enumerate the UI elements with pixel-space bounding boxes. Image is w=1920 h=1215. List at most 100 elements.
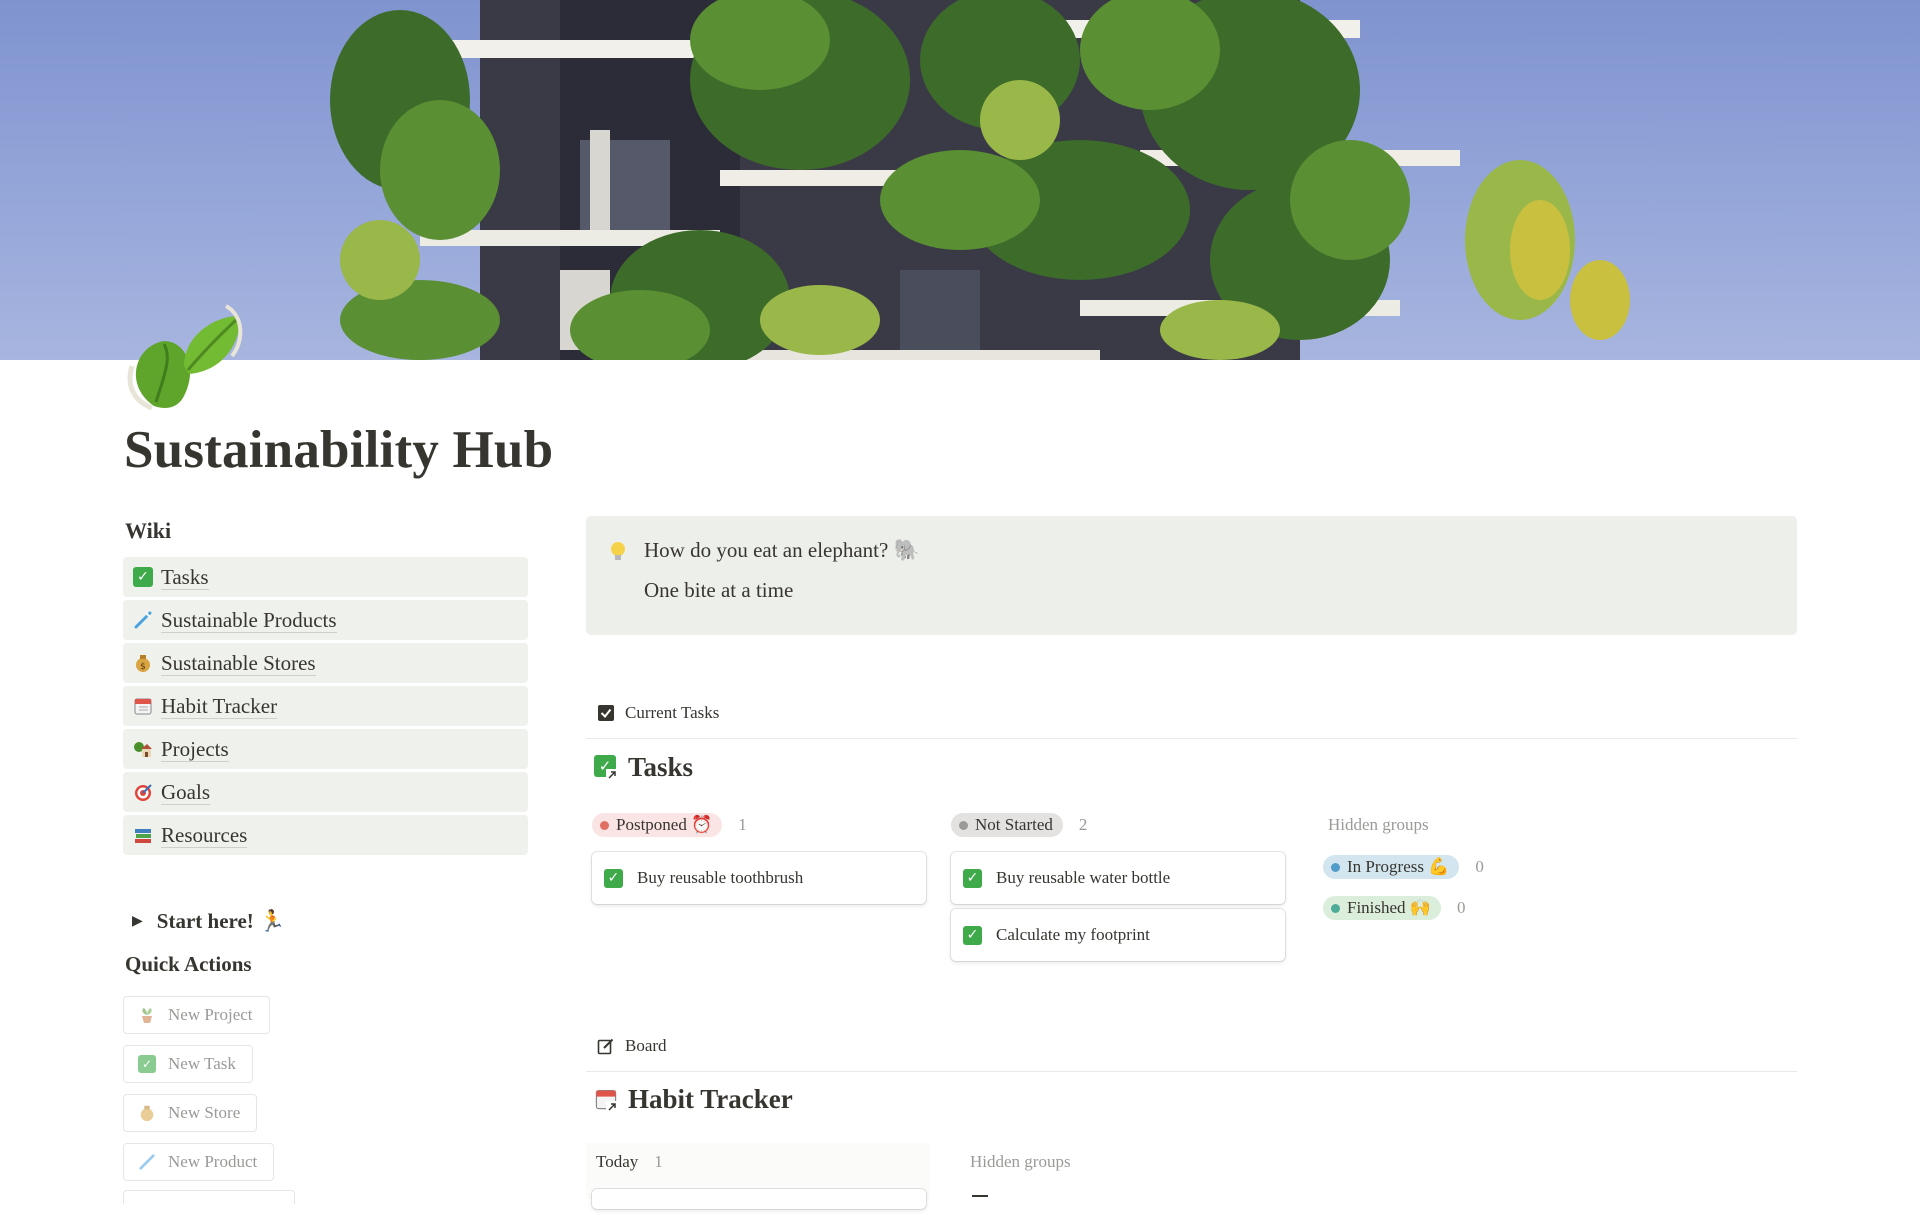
toothbrush-icon [136, 1151, 158, 1173]
habit-tracker-db-title[interactable]: Habit Tracker [594, 1084, 793, 1115]
group-today[interactable]: Today 1 [596, 1152, 663, 1172]
quick-actions-heading: Quick Actions [125, 952, 252, 976]
calendar-link-icon [594, 1087, 620, 1113]
check-box-icon: ✓ [963, 925, 982, 945]
cover-image [0, 0, 1920, 360]
habit-tracker-db-title-label: Habit Tracker [628, 1084, 793, 1114]
group-label: Today [596, 1152, 639, 1171]
wiki-item-label: Habit Tracker [161, 693, 278, 719]
wiki-item-label: Projects [161, 736, 229, 762]
hidden-groups-label: Hidden groups [1328, 815, 1429, 834]
new-task-button[interactable]: ✓ New Task [123, 1045, 253, 1083]
new-store-button[interactable]: New Store [123, 1094, 258, 1132]
tab-board-label: Board [625, 1036, 667, 1055]
calendar-icon [131, 694, 155, 718]
view-divider [586, 738, 1797, 739]
new-product-button[interactable]: New Product [123, 1143, 275, 1181]
start-here-label: Start here! 🏃 [156, 909, 286, 933]
group-count: 0 [1456, 898, 1466, 917]
callout-answer: One bite at a time [644, 578, 794, 602]
group-postponed[interactable]: Postponed ⏰ 1 [592, 813, 747, 837]
quick-action-button-partial[interactable] [123, 1190, 295, 1204]
hidden-group-in-progress[interactable]: In Progress 💪 0 [1323, 855, 1484, 879]
status-dot [959, 820, 968, 830]
wiki-item-label: Tasks [161, 564, 209, 590]
edit-icon [597, 1038, 614, 1055]
status-dot [600, 820, 609, 830]
svg-text:$: $ [140, 662, 146, 672]
wiki-heading: Wiki [125, 518, 172, 543]
status-badge: Not Started [951, 813, 1063, 837]
money-bag-icon [136, 1102, 158, 1124]
group-label: Not Started [975, 815, 1053, 834]
callout-block: How do you eat an elephant? 🐘 One bite a… [586, 516, 1797, 635]
quick-actions-list: New Project ✓ New Task New Store New Pro… [123, 996, 295, 1215]
check-box-link-icon: ✓ [594, 754, 620, 781]
tasks-db-title-label: Tasks [628, 752, 694, 782]
new-project-label: New Project [168, 1005, 253, 1024]
task-card-title: Buy reusable water bottle [996, 868, 1171, 887]
wiki-item-sustainable-products[interactable]: Sustainable Products [123, 600, 528, 640]
group-count: 1 [654, 1152, 663, 1171]
status-badge: Postponed ⏰ [592, 813, 723, 837]
wiki-list: ✓ Tasks Sustainable Products $ Sustainab… [123, 557, 528, 858]
status-dot [1331, 903, 1340, 913]
new-task-label: New Task [168, 1054, 236, 1073]
light-bulb-icon [608, 540, 628, 570]
tab-current-tasks[interactable]: Current Tasks [597, 703, 719, 723]
check-box-icon: ✓ [131, 565, 155, 589]
check-box-icon: ✓ [963, 868, 982, 888]
hidden-group-finished[interactable]: Finished 🙌 0 [1323, 896, 1465, 920]
habit-card[interactable] [592, 1189, 926, 1209]
wiki-item-label: Sustainable Products [161, 607, 337, 633]
wiki-item-label: Goals [161, 779, 210, 805]
task-card[interactable]: ✓ Calculate my footprint [951, 909, 1285, 961]
wiki-item-label: Resources [161, 822, 248, 848]
check-box-icon: ✓ [604, 868, 623, 888]
status-badge: Finished 🙌 [1323, 896, 1441, 920]
tasks-db-title[interactable]: ✓ Tasks [594, 752, 693, 783]
hidden-groups-label: Hidden groups [970, 1152, 1071, 1171]
group-count: 2 [1078, 815, 1088, 834]
group-label: In Progress 💪 [1347, 857, 1450, 876]
potted-plant-icon [136, 1004, 158, 1026]
hidden-group-partial-icon [972, 1195, 988, 1197]
group-count: 0 [1475, 857, 1484, 876]
group-label: Finished 🙌 [1347, 898, 1431, 917]
wiki-item-sustainable-stores[interactable]: $ Sustainable Stores [123, 643, 528, 683]
page-title: Sustainability Hub [124, 421, 554, 479]
start-here-toggle[interactable]: ▶ Start here! 🏃 [132, 909, 285, 934]
new-project-button[interactable]: New Project [123, 996, 270, 1034]
books-icon [131, 823, 155, 847]
tab-board[interactable]: Board [597, 1036, 667, 1056]
group-not-started[interactable]: Not Started 2 [951, 813, 1087, 837]
group-label: Postponed ⏰ [616, 815, 713, 834]
toggle-triangle-icon[interactable]: ▶ [132, 913, 143, 930]
wiki-item-projects[interactable]: Projects [123, 729, 528, 769]
task-card[interactable]: ✓ Buy reusable toothbrush [592, 852, 926, 904]
wiki-item-tasks[interactable]: ✓ Tasks [123, 557, 528, 597]
new-product-label: New Product [168, 1152, 258, 1171]
check-box-icon: ✓ [136, 1053, 158, 1075]
wiki-item-habit-tracker[interactable]: Habit Tracker [123, 686, 528, 726]
toothbrush-icon [131, 608, 155, 632]
status-dot [1331, 862, 1340, 872]
task-card-title: Calculate my footprint [996, 925, 1150, 944]
leaves-icon [127, 304, 243, 411]
checkbox-view-icon [598, 705, 614, 721]
group-count: 1 [738, 815, 747, 834]
task-card-title: Buy reusable toothbrush [637, 868, 804, 887]
task-card[interactable]: ✓ Buy reusable water bottle [951, 852, 1285, 904]
view-divider [586, 1071, 1797, 1072]
status-badge: In Progress 💪 [1323, 855, 1460, 879]
wiki-item-goals[interactable]: Goals [123, 772, 528, 812]
new-store-label: New Store [168, 1103, 241, 1122]
tab-current-tasks-label: Current Tasks [625, 703, 720, 722]
vertical-forest-building-image [330, 0, 1630, 360]
target-icon [131, 780, 155, 804]
wiki-item-label: Sustainable Stores [161, 650, 316, 676]
wiki-item-resources[interactable]: Resources [123, 815, 528, 855]
money-bag-icon: $ [131, 651, 155, 675]
house-with-garden-icon [131, 737, 155, 761]
callout-question: How do you eat an elephant? 🐘 [644, 538, 920, 562]
